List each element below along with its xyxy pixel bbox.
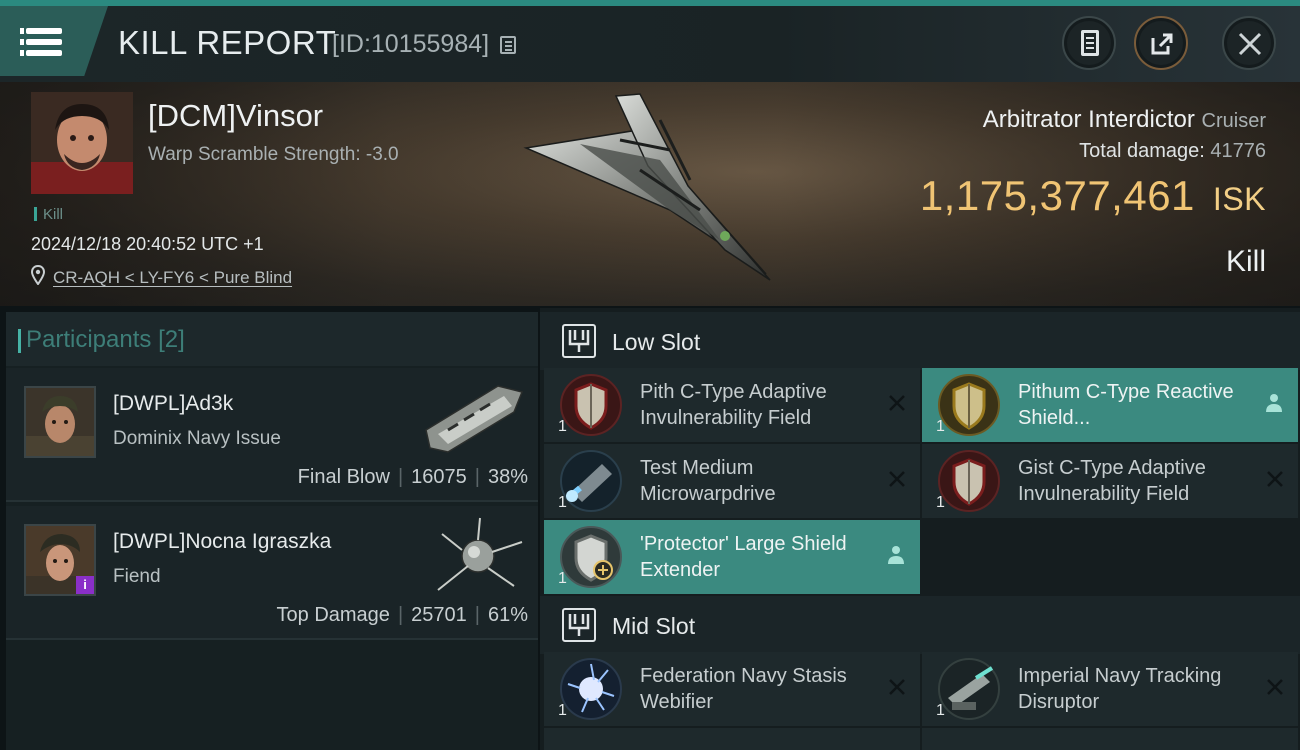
participants-title: Participants [2] (18, 326, 185, 353)
stasis-webifier-icon (560, 658, 622, 720)
participants-panel: Participants [2] [DWPL]Ad3k Dominix Navy… (6, 312, 538, 750)
module-item[interactable]: 1 Gist C-Type Adaptive Invulnerability F… (922, 444, 1298, 518)
participant-ship-image[interactable] (418, 516, 528, 596)
fitting-panel: Low Slot 1 Pith C-Type Adaptive Invulner… (540, 308, 1300, 750)
share-icon (1151, 33, 1173, 55)
destroyed-icon (889, 395, 905, 411)
kill-id: [ID:10155984] (332, 30, 490, 58)
ship-class: Cruiser (1201, 110, 1266, 132)
participant-badge: i (76, 576, 94, 594)
module-item-partial[interactable] (544, 728, 920, 750)
participant-damage: 25701 (411, 604, 467, 626)
accent-line (0, 0, 1300, 6)
participant-damage: 16075 (411, 466, 467, 488)
module-name: Test Medium Microwarpdrive (640, 457, 776, 505)
destroyed-icon (1267, 471, 1283, 487)
participant-stats: Final Blow | 16075 | 38% (297, 466, 528, 488)
location-pin-icon (31, 265, 45, 285)
kill-timestamp: 2024/12/18 20:40:52 UTC +1 (31, 234, 264, 254)
destroyed-icon (1267, 679, 1283, 695)
participant-percent: 61% (487, 604, 528, 626)
module-item[interactable]: 1 Federation Navy Stasis Webifier (544, 652, 920, 726)
module-item-partial[interactable] (922, 728, 1298, 750)
total-damage-value: 41776 (1210, 140, 1266, 162)
close-icon (1238, 32, 1262, 56)
module-item[interactable]: 1 Pithum C-Type Reactive Shield... (922, 368, 1298, 442)
module-quantity: 1 (558, 570, 567, 587)
victim-ship-image[interactable] (520, 90, 790, 288)
module-item[interactable]: 1 Pith C-Type Adaptive Invulnerability F… (544, 368, 920, 442)
kill-tag: Kill (34, 206, 63, 223)
shield-module-icon (938, 374, 1000, 436)
module-quantity: 1 (558, 418, 567, 435)
module-quantity: 1 (936, 418, 945, 435)
victim-banner: [DCM]Vinsor Warp Scramble Strength: -3.0… (0, 82, 1300, 306)
total-damage-label: Total damage: (1079, 140, 1205, 162)
isk-value: 1,175,377,461 ISK (920, 172, 1266, 220)
module-quantity: 1 (558, 702, 567, 719)
participant-ship: Fiend (113, 566, 161, 587)
module-quantity: 1 (936, 702, 945, 719)
module-name: Federation Navy Stasis Webifier (640, 665, 847, 713)
ship-type-name: Arbitrator Interdictor (982, 106, 1195, 133)
isk-amount: 1,175,377,461 (919, 172, 1195, 219)
participant-name[interactable]: [DWPL]Nocna Igraszka (113, 530, 331, 554)
module-item[interactable]: 1 Imperial Navy Tracking Disruptor (922, 652, 1298, 726)
dropped-person-icon (1266, 394, 1282, 412)
low-slot-title: Low Slot (612, 329, 701, 355)
mid-slot-title: Mid Slot (612, 613, 696, 639)
participant-role: Final Blow (297, 466, 390, 488)
report-button[interactable] (1062, 16, 1116, 70)
victim-avatar[interactable] (31, 92, 133, 194)
participant-row[interactable]: i [DWPL]Nocna Igraszka Fiend Top Damage |… (6, 506, 538, 640)
victim-name[interactable]: [DCM]Vinsor (148, 98, 323, 134)
low-slot-icon (562, 324, 596, 358)
module-name: Pith C-Type Adaptive Invulnerability Fie… (640, 381, 827, 429)
participant-percent: 38% (487, 466, 528, 488)
participant-name[interactable]: [DWPL]Ad3k (113, 392, 233, 416)
module-item[interactable]: 1 Test Medium Microwarpdrive (544, 444, 920, 518)
module-name: Gist C-Type Adaptive Invulnerability Fie… (1018, 457, 1206, 505)
kill-result: Kill (1225, 245, 1266, 278)
participant-role: Top Damage (276, 604, 390, 626)
module-name: Imperial Navy Tracking Disruptor (1018, 665, 1222, 713)
module-quantity: 1 (558, 494, 567, 511)
dropped-person-icon (888, 546, 904, 564)
destroyed-icon (889, 471, 905, 487)
participants-count: [2] (158, 326, 185, 353)
participant-row[interactable]: [DWPL]Ad3k Dominix Navy Issue Final Blow… (6, 368, 538, 502)
location-link[interactable]: CR-AQH < LY-FY6 < Pure Blind (53, 268, 292, 288)
low-slot-header: Low Slot (540, 312, 1300, 370)
shield-module-icon (938, 450, 1000, 512)
page-title: KILL REPORT (118, 24, 337, 61)
microwarpdrive-icon (560, 450, 622, 512)
total-damage: Total damage: 41776 (1079, 140, 1266, 163)
shield-module-icon (560, 374, 622, 436)
tracking-disruptor-icon (938, 658, 1000, 720)
close-button[interactable] (1222, 16, 1276, 70)
menu-button[interactable] (0, 6, 108, 76)
victim-ship-name[interactable]: Arbitrator Interdictor Cruiser (983, 106, 1266, 134)
participant-avatar[interactable]: i (24, 524, 96, 596)
participant-ship: Dominix Navy Issue (113, 428, 281, 449)
shield-extender-icon (560, 526, 622, 588)
isk-unit: ISK (1212, 181, 1266, 217)
participant-avatar[interactable] (24, 386, 96, 458)
victim-subtitle: Warp Scramble Strength: -3.0 (148, 144, 399, 165)
participants-header: Participants [2] (6, 312, 538, 366)
module-item[interactable]: 1 'Protector' Large Shield Extender (544, 520, 920, 594)
module-quantity: 1 (936, 494, 945, 511)
mid-slot-header: Mid Slot (540, 596, 1300, 654)
module-name: 'Protector' Large Shield Extender (640, 533, 847, 581)
document-icon (1081, 30, 1099, 56)
mid-slot-icon (562, 608, 596, 642)
participant-stats: Top Damage | 25701 | 61% (276, 604, 528, 626)
copy-icon[interactable] (500, 36, 516, 54)
participant-ship-image[interactable] (418, 378, 528, 458)
module-name: Pithum C-Type Reactive Shield... (1018, 381, 1234, 429)
top-bar: KILL REPORT [ID:10155984] (0, 0, 1300, 82)
destroyed-icon (889, 679, 905, 695)
share-button[interactable] (1134, 16, 1188, 70)
